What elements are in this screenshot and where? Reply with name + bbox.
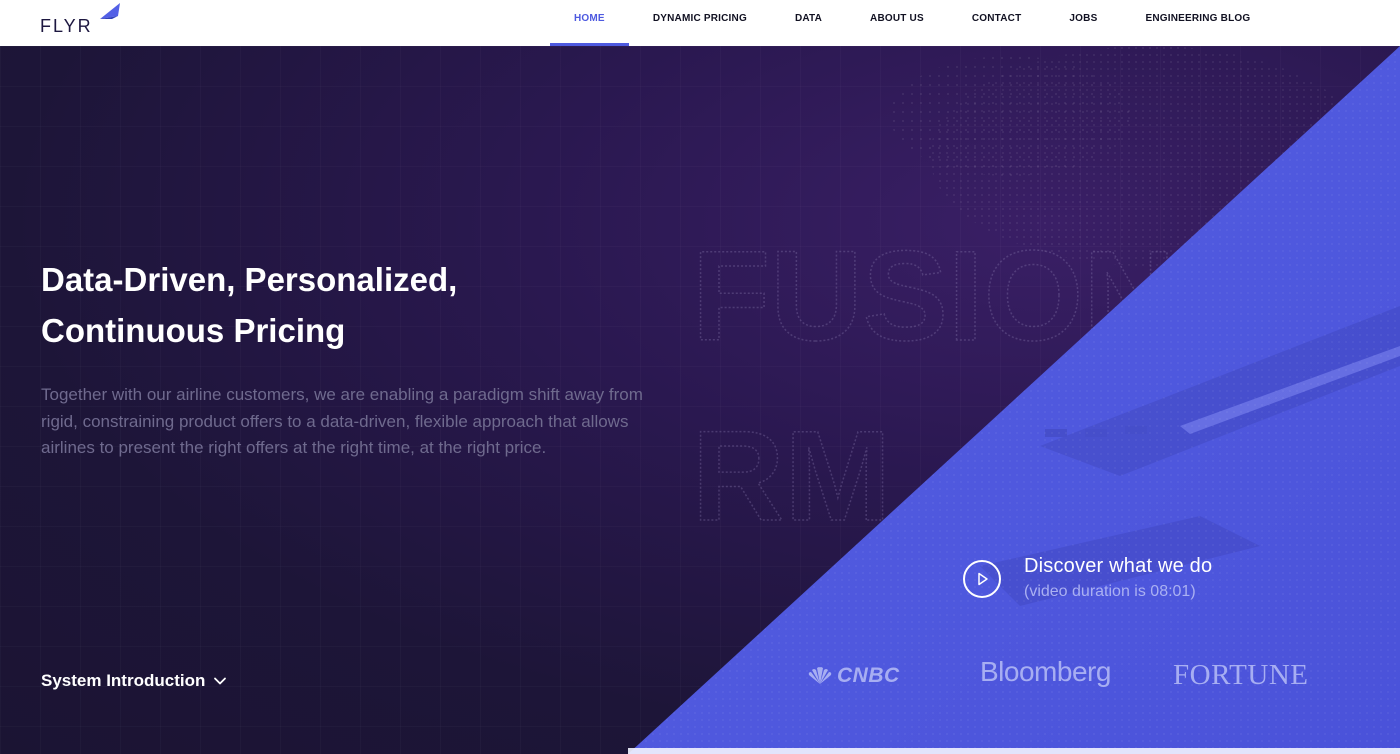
page: FLYR HOME DYNAMIC PRICING DATA ABOUT US … (0, 0, 1400, 754)
nav-home[interactable]: HOME (550, 0, 629, 46)
nav-contact[interactable]: CONTACT (948, 0, 1046, 46)
nav-jobs[interactable]: JOBS (1045, 0, 1121, 46)
video-duration: (video duration is 08:01) (1024, 583, 1196, 600)
press-cnbc-text: CNBC (837, 664, 900, 687)
video-title[interactable]: Discover what we do (1024, 553, 1212, 579)
nav-about-us[interactable]: ABOUT US (846, 0, 948, 46)
main-nav: HOME DYNAMIC PRICING DATA ABOUT US CONTA… (550, 0, 1274, 46)
site-header: FLYR HOME DYNAMIC PRICING DATA ABOUT US … (0, 0, 1400, 46)
headline-line-1: Data-Driven, Personalized, (41, 261, 458, 298)
play-button[interactable] (963, 560, 1001, 598)
play-icon (978, 572, 988, 586)
press-logo-bloomberg[interactable]: Bloomberg (980, 656, 1111, 688)
nav-engineering-blog[interactable]: ENGINEERING BLOG (1121, 0, 1274, 46)
press-logo-cnbc[interactable]: CNBC (806, 664, 900, 688)
video-text: Discover what we do (video duration is 0… (1024, 553, 1212, 605)
system-introduction-toggle[interactable]: System Introduction (41, 671, 227, 691)
nav-dynamic-pricing[interactable]: DYNAMIC PRICING (629, 0, 771, 46)
bg-word-rm: RM (692, 405, 891, 548)
press-logo-fortune[interactable]: FORTUNE (1173, 659, 1309, 692)
nav-data[interactable]: DATA (771, 0, 846, 46)
video-cta[interactable]: Discover what we do (video duration is 0… (963, 553, 1212, 605)
press-logos: CNBC Bloomberg FORTUNE (806, 656, 1326, 696)
logo-text: FLYR (40, 16, 93, 36)
headline-line-2: Continuous Pricing (41, 312, 346, 349)
system-introduction-label: System Introduction (41, 671, 206, 690)
hero-section: FUSION RM Data-Driven, Personalized, Con… (0, 46, 1400, 754)
hero-headline: Data-Driven, Personalized, Continuous Pr… (41, 254, 681, 356)
chevron-down-icon (214, 677, 227, 685)
peacock-icon (808, 667, 832, 685)
hero-intro-text: Together with our airline customers, we … (41, 385, 643, 457)
flyr-logo[interactable]: FLYR (40, 2, 130, 42)
wing-icon (100, 3, 120, 19)
